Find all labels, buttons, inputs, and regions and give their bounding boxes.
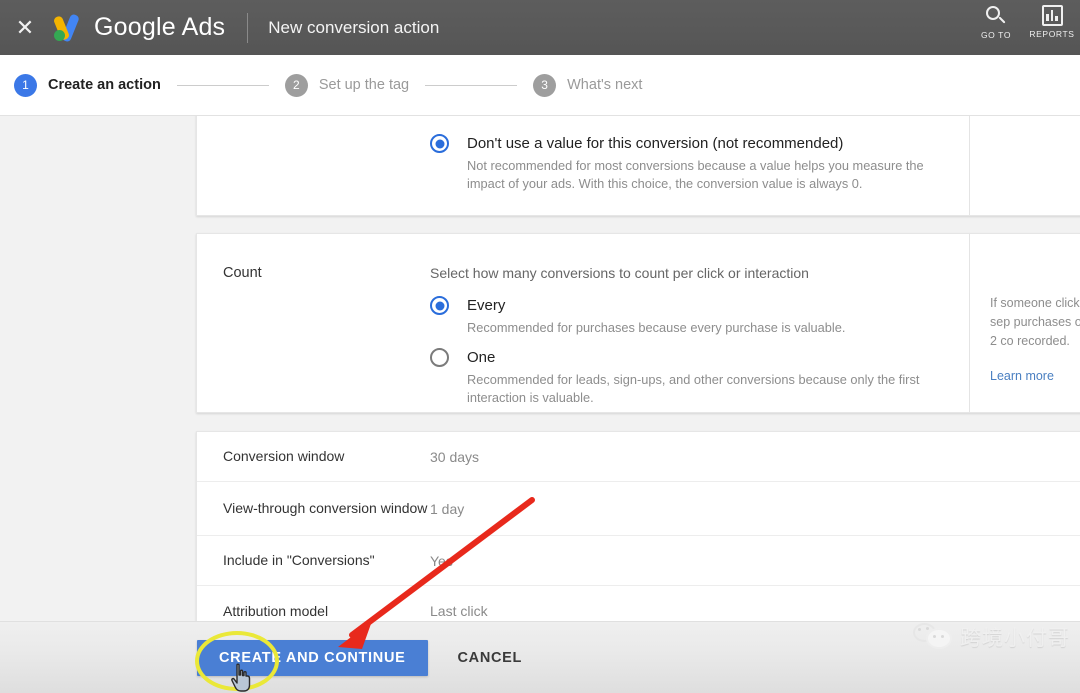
cancel-button[interactable]: CANCEL [458,650,523,666]
row-value: Last click [430,603,488,619]
radio-one[interactable] [430,348,449,367]
option-dont-use-value[interactable]: Don't use a value for this conversion (n… [430,134,957,193]
count-side-note: If someone click completes 2 sep purchas… [990,294,1080,386]
google-ads-logo-icon [50,12,84,43]
progress-stepper: 1 Create an action 2 Set up the tag 3 Wh… [0,55,1080,116]
logo-green-dot [54,29,65,41]
option-one[interactable]: One Recommended for leads, sign-ups, and… [430,348,957,407]
header-actions: GO TO REPORTS [968,0,1080,55]
close-icon[interactable]: ✕ [2,0,48,55]
table-row[interactable]: View-through conversion window 1 day [197,482,1080,536]
stepper-connector-2 [425,84,518,86]
option-every-body: Every Recommended for purchases because … [467,296,845,337]
page-title: New conversion action [268,17,440,37]
bar-chart-icon [1041,5,1063,26]
step-1-number: 1 [14,73,37,97]
reports-button[interactable]: REPORTS [1024,5,1080,39]
option-dont-use-value-desc: Not recommended for most conversions bec… [467,158,924,191]
row-label: Include in "Conversions" [223,552,375,568]
top-header-bar: ✕ Google Ads New conversion action GO TO… [0,0,1080,55]
row-label: View-through conversion window [223,500,428,516]
step-whats-next[interactable]: 3 What's next [533,73,643,97]
count-section-label: Count [223,265,262,281]
header-divider [247,12,249,43]
row-value: 30 days [430,448,480,465]
row-value: Yes [430,552,453,569]
search-icon [985,5,1007,27]
go-to-label: GO TO [980,30,1012,40]
row-label: Attribution model [223,602,329,619]
count-card: Count Select how many conversions to cou… [196,233,1080,413]
bottom-action-bar: CREATE AND CONTINUE CANCEL [0,621,1080,693]
option-every-desc: Recommended for purchases because every … [467,320,846,335]
step-3-number: 3 [533,73,557,97]
step-set-up-the-tag[interactable]: 2 Set up the tag [284,73,410,97]
card-vertical-divider [969,116,970,215]
conversion-value-card: Use different values for each conversion… [196,116,1080,216]
form-scroll-area[interactable]: Use different values for each conversion… [0,116,1080,693]
step-2-number: 2 [284,73,308,97]
option-one-body: One Recommended for leads, sign-ups, and… [467,348,957,407]
table-row[interactable]: Include in "Conversions" Yes [197,536,1080,586]
count-side-note-text: If someone click completes 2 sep purchas… [990,296,1080,348]
row-label: Conversion window [223,448,345,464]
stepper-connector-1 [176,84,269,86]
radio-every[interactable] [430,296,449,315]
brand-title: Google Ads [94,13,226,41]
count-section-hint: Select how many conversions to count per… [430,265,809,281]
table-row[interactable]: Conversion window 30 days [197,432,1080,482]
option-one-title: One [467,349,496,366]
go-to-button[interactable]: GO TO [968,5,1024,40]
step-2-label: Set up the tag [318,77,410,93]
radio-dont-use-value[interactable] [430,134,449,153]
reports-label: REPORTS [1029,29,1075,39]
option-one-desc: Recommended for leads, sign-ups, and oth… [467,372,920,405]
step-1-label: Create an action [48,77,161,93]
create-and-continue-button[interactable]: CREATE AND CONTINUE [197,639,428,676]
count-card-vertical-divider [969,234,970,412]
step-create-an-action[interactable]: 1 Create an action [14,73,161,97]
step-3-label: What's next [567,77,643,93]
option-every-title: Every [467,297,506,314]
option-every[interactable]: Every Recommended for purchases because … [430,296,845,337]
option-dont-use-value-body: Don't use a value for this conversion (n… [467,134,957,193]
learn-more-link[interactable]: Learn more [990,367,1080,386]
app-root: ✕ Google Ads New conversion action GO TO… [0,0,1080,693]
row-value: 1 day [430,500,465,517]
option-dont-use-value-title: Don't use a value for this conversion (n… [467,135,844,152]
